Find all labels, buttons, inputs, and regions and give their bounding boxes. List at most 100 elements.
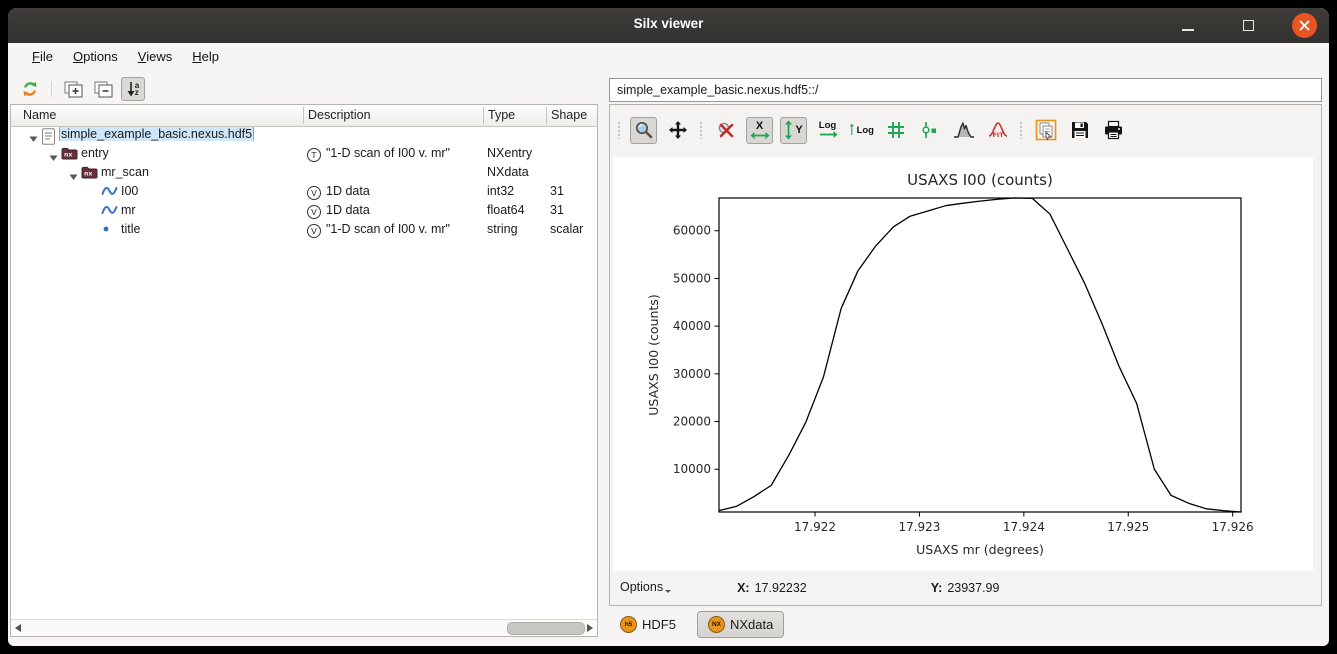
- reset-zoom-button[interactable]: [712, 117, 739, 144]
- x-tick-label: 17.926: [1212, 520, 1254, 534]
- tree-item-name[interactable]: simple_example_basic.nexus.hdf5: [59, 127, 254, 141]
- close-button[interactable]: [1292, 13, 1317, 38]
- menu-options[interactable]: Options: [63, 46, 128, 67]
- expand-all-icon: [64, 81, 83, 98]
- svg-text:nx: nx: [64, 152, 72, 159]
- badge-V-icon: V: [307, 205, 321, 219]
- nx-icon: NX: [708, 616, 725, 633]
- expander-icon[interactable]: [69, 173, 78, 181]
- window-title: Silx viewer: [8, 16, 1329, 31]
- nx-group-icon: nx: [61, 147, 78, 160]
- dataset-path-header: simple_example_basic.nexus.hdf5::/: [609, 78, 1322, 102]
- tree-row-simple_example_basic.nexus.hdf5[interactable]: simple_example_basic.nexus.hdf5: [11, 126, 597, 145]
- menu-views[interactable]: Views: [128, 46, 182, 67]
- menu-bar: FileOptionsViewsHelp: [8, 43, 1329, 70]
- column-header-name[interactable]: Name: [23, 108, 56, 122]
- tree-item-type: NXdata: [487, 165, 543, 179]
- y-tick-label: 30000: [673, 367, 711, 381]
- reset-zoom-icon: [716, 120, 736, 140]
- toolbar-grip[interactable]: [617, 121, 622, 139]
- y-log-arrow-icon: [849, 120, 855, 140]
- y-log-scale-button[interactable]: Log: [848, 117, 875, 144]
- y-autoscale-button[interactable]: Y: [780, 117, 807, 144]
- save-icon: [1070, 120, 1090, 140]
- menu-file[interactable]: File: [22, 46, 63, 67]
- y-axis-arrow-icon: [784, 120, 793, 140]
- tree-row-I00[interactable]: I00V1D dataint3231: [11, 183, 597, 202]
- x-log-scale-button[interactable]: Log: [814, 117, 841, 144]
- histogram-button[interactable]: [950, 117, 977, 144]
- scroll-right-button[interactable]: [583, 620, 597, 636]
- tree-item-name[interactable]: mr_scan: [99, 165, 151, 179]
- tree-item-shape: 31: [550, 203, 596, 217]
- tree-item-name[interactable]: entry: [79, 146, 111, 160]
- tree-row-mr_scan[interactable]: nxmr_scan NXdata: [11, 164, 597, 183]
- curve-style-button[interactable]: [916, 117, 943, 144]
- minimize-icon: [1182, 29, 1194, 31]
- screen: { "window": { "title": "Silx viewer" }, …: [0, 0, 1337, 654]
- pan-icon: [668, 120, 688, 140]
- view-tab-bar: h5HDF5 NXNXdata: [609, 608, 784, 640]
- tree-item-name[interactable]: mr: [119, 203, 138, 217]
- scroll-left-button[interactable]: [11, 620, 25, 636]
- histogram-icon: [953, 120, 975, 140]
- tree-item-name[interactable]: I00: [119, 184, 140, 198]
- copy-button[interactable]: [1032, 117, 1059, 144]
- arrow-right-icon: [587, 624, 593, 632]
- x-autoscale-button[interactable]: X: [746, 117, 773, 144]
- tree-item-name[interactable]: title: [119, 222, 142, 236]
- tree-header[interactable]: Name Description Type Shape: [11, 105, 597, 127]
- plot-figure: USAXS I00 (counts)USAXS mr (degrees)USAX…: [613, 157, 1313, 571]
- cursor-x-label: X:: [737, 581, 750, 595]
- tree-row-mr[interactable]: mrV1D datafloat6431: [11, 202, 597, 221]
- toolbar-grip[interactable]: [1019, 121, 1024, 139]
- expand-all-button[interactable]: [61, 77, 85, 101]
- refresh-button[interactable]: [18, 77, 42, 101]
- tab-nxdata[interactable]: NXNXdata: [697, 611, 784, 638]
- axes-frame: [719, 198, 1241, 512]
- x-tick-label: 17.922: [794, 520, 836, 534]
- column-header-shape[interactable]: Shape: [551, 108, 587, 122]
- menu-help[interactable]: Help: [182, 46, 229, 67]
- save-button[interactable]: [1066, 117, 1093, 144]
- tree-horizontal-scrollbar[interactable]: [11, 619, 597, 636]
- magnifier-icon: [634, 120, 654, 140]
- chevron-down-icon: [665, 590, 671, 596]
- column-header-type[interactable]: Type: [488, 108, 515, 122]
- sort-button[interactable]: a z: [121, 77, 145, 101]
- tree-row-entry[interactable]: nxentryT"1-D scan of I00 v. mr"NXentry: [11, 145, 597, 164]
- column-divider[interactable]: [546, 107, 547, 124]
- maximize-button[interactable]: [1236, 13, 1261, 38]
- tab-label: HDF5: [642, 617, 676, 632]
- collapse-all-button[interactable]: [91, 77, 115, 101]
- print-button[interactable]: [1100, 117, 1127, 144]
- column-divider[interactable]: [483, 107, 484, 124]
- column-divider[interactable]: [303, 107, 304, 124]
- toolbar-grip[interactable]: [699, 121, 704, 139]
- collapse-all-icon: [94, 81, 113, 98]
- svg-text:FIT: FIT: [992, 131, 1004, 139]
- maximize-icon: [1243, 20, 1254, 31]
- zoom-mode-button[interactable]: [630, 117, 657, 144]
- grid-button[interactable]: [882, 117, 909, 144]
- y-tick-label: 40000: [673, 319, 711, 333]
- pan-mode-button[interactable]: [664, 117, 691, 144]
- plot-canvas[interactable]: USAXS I00 (counts)USAXS mr (degrees)USAX…: [613, 157, 1313, 571]
- app-window: Silx viewer FileOptionsViewsHelp: [8, 8, 1329, 646]
- column-header-description[interactable]: Description: [308, 108, 371, 122]
- badge-V-icon: V: [307, 186, 321, 200]
- print-icon: [1103, 120, 1124, 140]
- minimize-button[interactable]: [1176, 13, 1201, 38]
- fit-icon: FIT: [987, 120, 1009, 140]
- dataset-curve-icon: [101, 185, 118, 197]
- tab-hdf5[interactable]: h5HDF5: [609, 611, 687, 638]
- nx-group-icon: nx: [81, 166, 98, 179]
- expander-icon[interactable]: [49, 154, 58, 162]
- plot-toolbar: X Y Log: [616, 111, 1127, 149]
- title-bar[interactable]: Silx viewer: [8, 8, 1329, 44]
- scrollbar-thumb[interactable]: [507, 622, 585, 635]
- expander-icon[interactable]: [29, 135, 38, 143]
- tree-row-title[interactable]: titleV"1-D scan of I00 v. mr"stringscala…: [11, 221, 597, 240]
- fit-button[interactable]: FIT: [984, 117, 1011, 144]
- plot-options-button[interactable]: Options: [620, 580, 671, 596]
